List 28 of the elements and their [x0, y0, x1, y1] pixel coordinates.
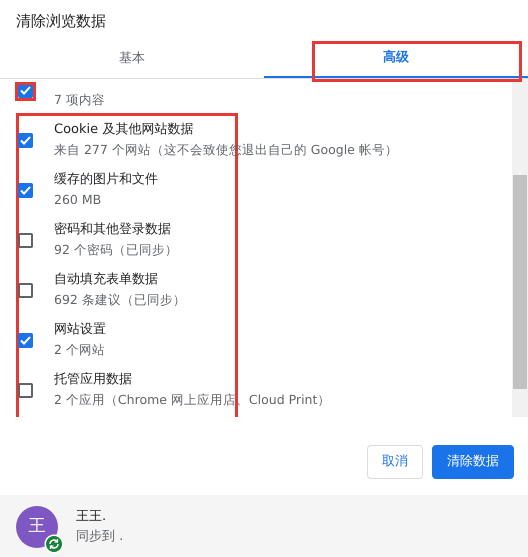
dialog-title: 清除浏览数据 — [15, 11, 107, 32]
sync-icon — [44, 534, 64, 554]
tab[interactable]: 基本 — [0, 40, 264, 78]
item-title: 密码和其他登录数据 — [54, 221, 172, 239]
item-detail: 7 项内容 — [54, 91, 105, 109]
item-title: 缓存的图片和文件 — [54, 171, 158, 189]
clear-data-button[interactable]: 清除数据 — [432, 445, 514, 478]
tab[interactable]: 高级 — [264, 40, 528, 78]
item-detail: 692 条建议（已同步） — [54, 291, 186, 309]
checkbox[interactable] — [18, 382, 33, 398]
checkbox[interactable] — [18, 132, 33, 148]
item-detail: 260 MB — [54, 191, 102, 209]
account-name: 王王. — [76, 508, 108, 526]
item-detail: 2 个网站 — [54, 341, 106, 359]
cancel-button[interactable]: 取消 — [367, 445, 423, 478]
scrollbar[interactable] — [512, 79, 528, 417]
item-detail: 92 个密码（已同步） — [54, 241, 178, 259]
checkbox[interactable] — [18, 182, 33, 198]
avatar-letter: 王 — [28, 514, 46, 538]
item-title: Cookie 及其他网站数据 — [54, 121, 194, 139]
item-title: 托管应用数据 — [54, 371, 133, 389]
item-title: 自动填充表单数据 — [54, 271, 159, 289]
item-title: 网站设置 — [54, 321, 106, 339]
checkbox[interactable] — [18, 232, 33, 248]
checkbox[interactable] — [18, 282, 33, 298]
checkbox[interactable] — [18, 332, 33, 348]
sync-status: 同步到 . — [76, 528, 124, 546]
item-detail: 2 个应用（Chrome 网上应用店、Cloud Print） — [54, 391, 330, 409]
